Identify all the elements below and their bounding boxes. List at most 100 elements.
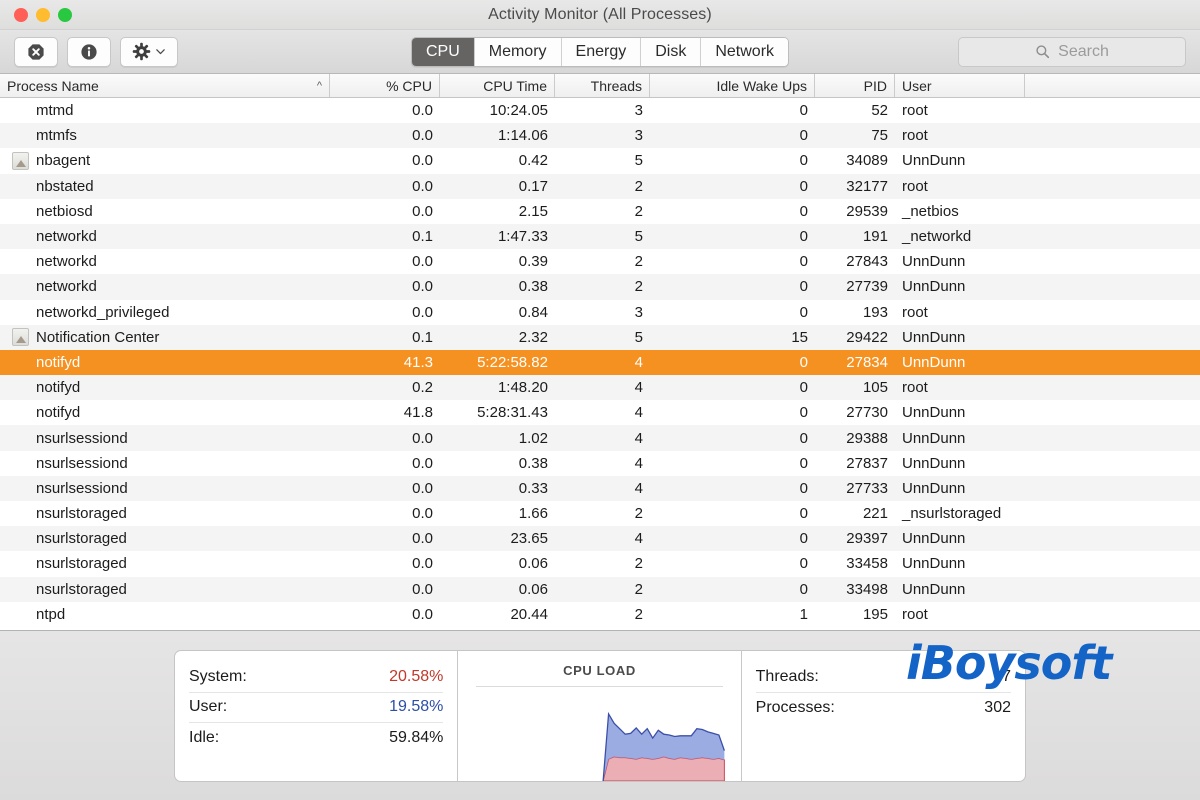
cell-user: root	[902, 102, 928, 120]
stat-row-idle: Idle: 59.84%	[189, 723, 443, 753]
activity-monitor-window: Activity Monitor (All Processes) CPU Mem…	[0, 0, 1200, 800]
cell-threads: 4	[634, 479, 643, 497]
process-name-label: nsurlsessiond	[36, 454, 128, 472]
process-name-label: nsurlstoraged	[36, 555, 127, 573]
title-bar: Activity Monitor (All Processes)	[0, 0, 1200, 30]
table-row[interactable]: nsurlstoraged 0.0 1.66 2 0 221 _nsurlstoraged	[0, 501, 1200, 527]
toolbar: CPU Memory Energy Disk Network Search	[0, 30, 1200, 74]
process-name-label: nsurlsessiond	[36, 479, 128, 497]
cell-idle-wake-ups: 0	[799, 530, 808, 548]
cell-pid: 195	[862, 605, 888, 623]
cell-user: UnnDunn	[902, 278, 966, 296]
table-row[interactable]: ntpd 0.0 20.44 2 1 195 root	[0, 601, 1200, 627]
cell-process-name: nsurlstoraged	[0, 581, 330, 598]
table-row[interactable]: networkd 0.0 0.39 2 0 27843 UnnDunn	[0, 249, 1200, 275]
column-header-process-name[interactable]: Process Name ^	[0, 74, 330, 97]
cell-user: UnnDunn	[902, 479, 966, 497]
tab-energy[interactable]: Energy	[561, 37, 642, 66]
cell-process-name: nsurlsessiond	[0, 430, 330, 447]
footer-panel: System: 20.58% User: 19.58% Idle: 59.84%…	[0, 630, 1200, 800]
cell-cpu-percent: 0.0	[412, 505, 433, 523]
cell-user: UnnDunn	[902, 328, 966, 346]
column-header-threads[interactable]: Threads	[555, 74, 650, 97]
table-column-headers: Process Name ^ % CPU CPU Time Threads Id…	[0, 74, 1200, 98]
table-row[interactable]: notifyd 41.3 5:22:58.82 4 0 27834 UnnDunn	[0, 349, 1200, 376]
cell-process-name: notifyd	[0, 404, 330, 421]
cell-cpu-time: 20.44	[510, 605, 548, 623]
cell-cpu-time: 0.06	[518, 580, 548, 598]
cell-cpu-time: 1:48.20	[497, 379, 548, 397]
table-row[interactable]: netbiosd 0.0 2.15 2 0 29539 _netbios	[0, 198, 1200, 224]
cell-user: UnnDunn	[902, 530, 966, 548]
tab-network[interactable]: Network	[701, 37, 789, 66]
stat-value-system: 20.58%	[389, 668, 444, 685]
cell-process-name: netbiosd	[0, 203, 330, 220]
cell-idle-wake-ups: 0	[799, 152, 808, 170]
table-row[interactable]: networkd_privileged 0.0 0.84 3 0 193 root	[0, 299, 1200, 325]
table-row[interactable]: nsurlstoraged 0.0 0.06 2 0 33498 UnnDunn	[0, 576, 1200, 602]
table-row[interactable]: nsurlstoraged 0.0 0.06 2 0 33458 UnnDunn	[0, 551, 1200, 577]
column-header-cpu-time[interactable]: CPU Time	[440, 74, 555, 97]
table-row[interactable]: nsurlsessiond 0.0 0.38 4 0 27837 UnnDunn	[0, 450, 1200, 476]
traffic-light-buttons	[0, 7, 72, 22]
cell-idle-wake-ups: 1	[799, 605, 808, 623]
cell-process-name: nsurlsessiond	[0, 480, 330, 497]
cell-threads: 4	[634, 353, 643, 371]
cell-pid: 29422	[846, 328, 888, 346]
cell-cpu-percent: 0.2	[412, 379, 433, 397]
table-row[interactable]: nsurlsessiond 0.0 1.02 4 0 29388 UnnDunn	[0, 425, 1200, 451]
cell-threads: 2	[634, 505, 643, 523]
minimize-button[interactable]	[36, 7, 50, 22]
table-row[interactable]: mtmfs 0.0 1:14.06 3 0 75 root	[0, 123, 1200, 149]
cell-cpu-percent: 0.0	[412, 102, 433, 120]
inspect-process-button[interactable]	[67, 36, 111, 67]
table-row[interactable]: nsurlsessiond 0.0 0.33 4 0 27733 UnnDunn	[0, 475, 1200, 501]
column-header-cpu-percent[interactable]: % CPU	[330, 74, 440, 97]
table-row[interactable]: Notification Center 0.1 2.32 5 15 29422 UnnDun…	[0, 324, 1200, 350]
cell-idle-wake-ups: 0	[799, 404, 808, 422]
cell-pid: 32177	[846, 177, 888, 195]
tab-disk[interactable]: Disk	[641, 37, 702, 66]
cell-pid: 52	[871, 102, 888, 120]
table-row[interactable]: nbstated 0.0 0.17 2 0 32177 root	[0, 173, 1200, 199]
column-header-idle-wake-ups[interactable]: Idle Wake Ups	[650, 74, 815, 97]
table-row[interactable]: networkd 0.0 0.38 2 0 27739 UnnDunn	[0, 274, 1200, 300]
process-table[interactable]: mtmd 0.0 10:24.05 3 0 52 root mtmfs 0.0 1:14.06 3 0…	[0, 98, 1200, 630]
quit-process-button[interactable]	[14, 36, 58, 67]
zoom-button[interactable]	[58, 7, 72, 22]
column-header-pid[interactable]: PID	[815, 74, 895, 97]
search-field[interactable]: Search	[958, 36, 1186, 67]
cell-pid: 27843	[846, 253, 888, 271]
table-row[interactable]: mtmd 0.0 10:24.05 3 0 52 root	[0, 98, 1200, 124]
table-row[interactable]: notifyd 0.2 1:48.20 4 0 105 root	[0, 375, 1200, 401]
settings-menu-button[interactable]	[120, 36, 178, 67]
tab-memory[interactable]: Memory	[474, 37, 562, 66]
cell-cpu-time: 0.06	[518, 555, 548, 573]
cell-user: UnnDunn	[902, 555, 966, 573]
tab-cpu[interactable]: CPU	[411, 37, 475, 66]
column-header-user[interactable]: User	[895, 74, 1025, 97]
table-row[interactable]: notifyd 41.8 5:28:31.43 4 0 27730 UnnDunn	[0, 400, 1200, 426]
stat-label-idle: Idle:	[189, 728, 220, 746]
table-row[interactable]: nbagent 0.0 0.42 5 0 34089 UnnDunn	[0, 148, 1200, 174]
window-title: Activity Monitor (All Processes)	[488, 5, 712, 23]
stat-label-processes: Processes:	[755, 698, 835, 716]
cell-threads: 4	[634, 454, 643, 472]
table-row[interactable]: nsurlstoraged 0.0 23.65 4 0 29397 UnnDunn	[0, 526, 1200, 552]
stat-label-user: User:	[189, 698, 228, 715]
cell-idle-wake-ups: 0	[799, 555, 808, 573]
cell-user: UnnDunn	[902, 152, 966, 170]
cell-process-name: mtmfs	[0, 127, 330, 144]
cell-pid: 29388	[846, 429, 888, 447]
search-placeholder: Search	[1058, 42, 1109, 60]
cell-cpu-percent: 0.0	[412, 278, 433, 296]
close-button[interactable]	[14, 7, 28, 22]
cell-cpu-percent: 0.0	[412, 253, 433, 271]
cell-process-name: networkd	[0, 253, 330, 270]
cell-pid: 34089	[846, 152, 888, 170]
process-name-label: nbagent	[36, 152, 91, 170]
cell-cpu-time: 0.84	[518, 303, 548, 321]
process-name-label: notifyd	[36, 353, 81, 371]
cell-cpu-percent: 0.1	[412, 328, 433, 346]
table-row[interactable]: networkd 0.1 1:47.33 5 0 191 _networkd	[0, 223, 1200, 250]
